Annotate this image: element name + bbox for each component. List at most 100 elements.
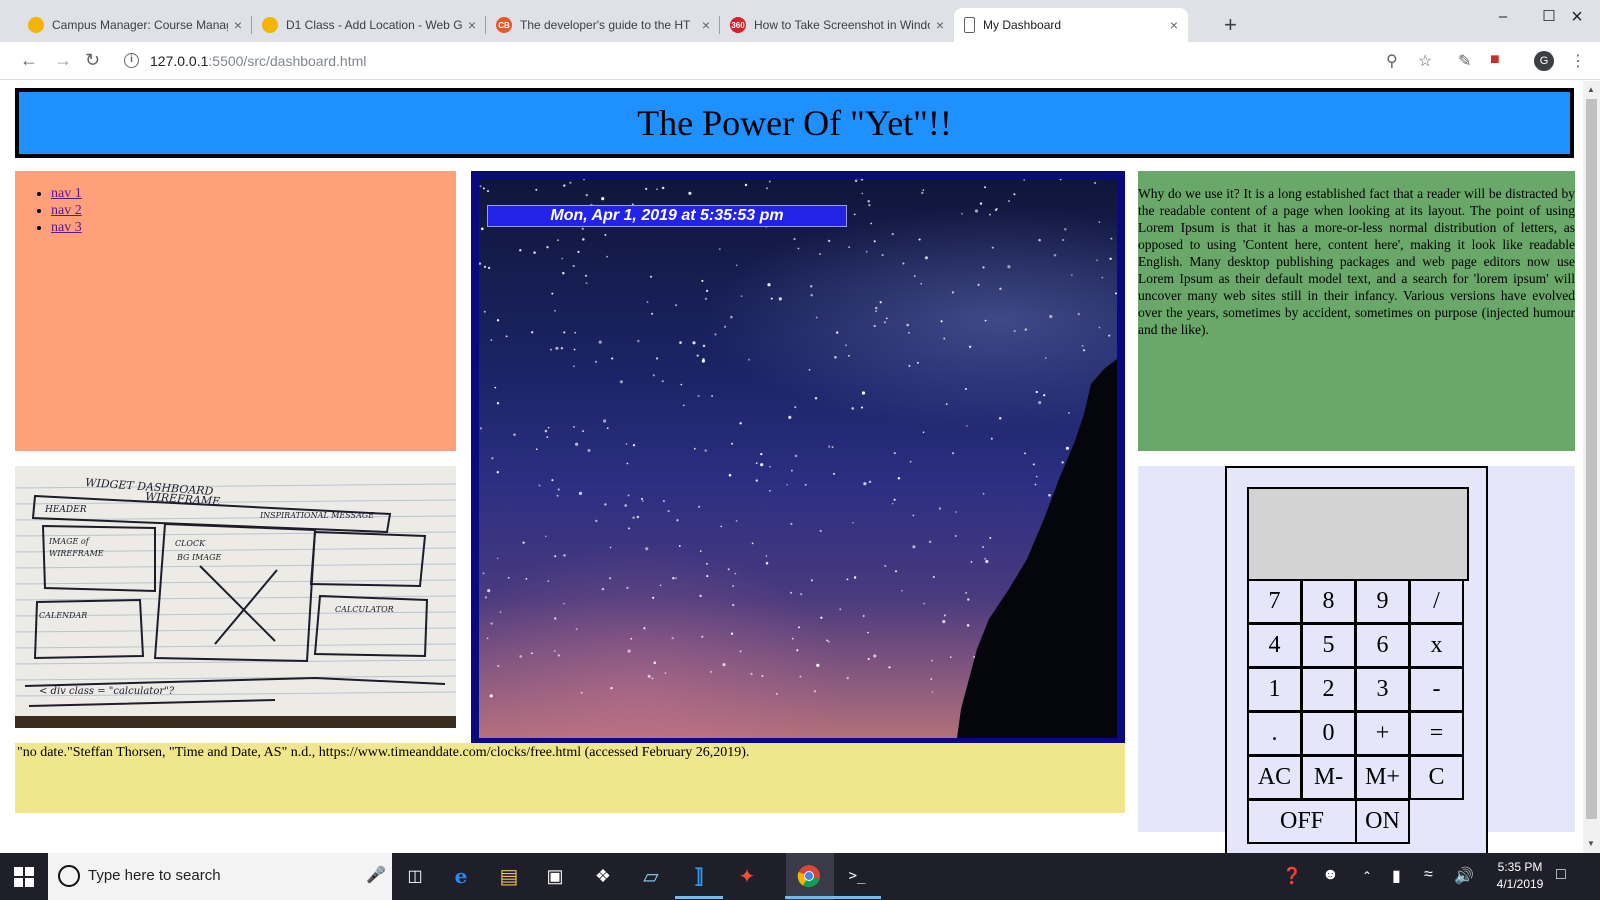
browser-menu-icon[interactable]: ⋮ (1570, 51, 1586, 71)
eyedropper-extension-icon[interactable]: ✎ (1458, 51, 1471, 71)
svg-text:CLOCK: CLOCK (175, 539, 206, 548)
browser-tab[interactable]: CB The developer's guide to the HT × (486, 8, 720, 42)
nav-link[interactable]: nav 1 (51, 186, 82, 201)
show-hidden-icons-chevron-icon[interactable]: ⌃ (1362, 869, 1372, 883)
wifi-icon[interactable]: ≈ (1424, 866, 1433, 884)
nav-link[interactable]: nav 2 (51, 203, 82, 218)
notepad-app-icon[interactable]: ▱ (636, 861, 666, 891)
minimize-window-icon[interactable]: – (1480, 4, 1526, 30)
pdf-extension-icon[interactable]: ■ (1490, 51, 1500, 69)
system-clock[interactable]: 5:35 PM 4/1/2019 (1470, 859, 1570, 893)
calc-key-multiply[interactable]: x (1409, 623, 1464, 668)
edge-browser-icon[interactable]: e (446, 861, 476, 891)
calc-key-9[interactable]: 9 (1355, 579, 1410, 624)
nav-item: nav 1 (51, 185, 456, 202)
page-header: The Power Of "Yet"!! (15, 88, 1574, 158)
calc-key-4[interactable]: 4 (1247, 623, 1302, 668)
clock-display: Mon, Apr 1, 2019 at 5:35:53 pm (487, 205, 847, 227)
gitkraken-icon[interactable]: ✦ (732, 861, 762, 891)
windows-start-icon[interactable] (14, 867, 34, 887)
site-info-icon[interactable]: i (124, 53, 139, 68)
page-viewport: The Power Of "Yet"!! nav 1 nav 2 nav 3 (0, 81, 1583, 853)
svg-text:IMAGE of: IMAGE of (48, 537, 91, 546)
url-host: 127.0.0.1 (150, 53, 209, 69)
calc-key-8[interactable]: 8 (1301, 579, 1356, 624)
calc-key-memory-minus[interactable]: M- (1301, 755, 1356, 800)
tab-close-icon[interactable]: × (1170, 17, 1178, 33)
profile-avatar[interactable]: G (1534, 51, 1554, 71)
calc-key-off[interactable]: OFF (1247, 799, 1357, 844)
browser-tab[interactable]: Campus Manager: Course Manag × (18, 8, 252, 42)
page-scrollbar[interactable]: ▲ ▼ (1583, 81, 1600, 853)
microphone-icon[interactable]: 🎤 (366, 865, 386, 885)
browser-toolbar: ← → ↻ i 127.0.0.1:5500/src/dashboard.htm… (0, 42, 1600, 80)
task-view-icon[interactable]: ◫ (400, 861, 430, 891)
calc-key-subtract[interactable]: - (1409, 667, 1464, 712)
night-sky-image: Mon, Apr 1, 2019 at 5:35:53 pm (479, 179, 1117, 738)
calc-key-all-clear[interactable]: AC (1247, 755, 1302, 800)
forward-arrow-icon[interactable]: → (54, 50, 72, 71)
calculator: 7 8 9/ 4 5 6 x 1 2 3-. 0 + = AC M- M+ C OFF ON (1225, 466, 1488, 853)
nav-link[interactable]: nav 3 (51, 220, 82, 235)
tab-separator (485, 16, 486, 34)
people-icon[interactable]: ☻ (1322, 866, 1339, 884)
calc-key-3[interactable]: 3 (1355, 667, 1410, 712)
reload-icon[interactable]: ↻ (85, 50, 100, 71)
terminal-icon[interactable]: >_ (833, 861, 881, 899)
browser-tab[interactable]: 360 How to Take Screenshot in Windo × (720, 8, 954, 42)
dropbox-icon[interactable]: ❖ (588, 861, 618, 891)
tab-separator (251, 16, 252, 34)
calc-key-equals[interactable]: = (1409, 711, 1464, 756)
battery-icon[interactable]: ▮ (1392, 866, 1401, 886)
vscode-icon[interactable]: ⟧ (675, 861, 723, 899)
svg-text:HEADER: HEADER (44, 505, 87, 515)
calc-key-1[interactable]: 1 (1247, 667, 1302, 712)
calc-key-0[interactable]: 0 (1301, 711, 1356, 756)
calc-key-add[interactable]: + (1355, 711, 1410, 756)
tab-close-icon[interactable]: × (936, 17, 944, 33)
new-tab-button[interactable]: + (1224, 12, 1237, 38)
calc-key-5[interactable]: 5 (1301, 623, 1356, 668)
calc-key-2[interactable]: 2 (1301, 667, 1356, 712)
calc-key-on[interactable]: ON (1355, 799, 1410, 844)
tab-favicon-icon (28, 17, 44, 33)
chrome-icon[interactable] (785, 861, 833, 899)
nav-panel: nav 1 nav 2 nav 3 (15, 171, 456, 451)
wireframe-sketch-image: WIDGET DASHBOARD WIREFRAME HEADER INSPIR… (15, 466, 456, 728)
scroll-up-arrow-icon[interactable]: ▲ (1587, 85, 1595, 94)
bookmark-star-icon[interactable]: ☆ (1418, 51, 1432, 71)
action-center-icon[interactable]: □ (1556, 866, 1566, 884)
scroll-down-arrow-icon[interactable]: ▼ (1587, 839, 1595, 848)
store-icon[interactable]: ▣ (540, 861, 570, 891)
calc-key-6[interactable]: 6 (1355, 623, 1410, 668)
tab-close-icon[interactable]: × (468, 17, 476, 33)
windows-taskbar: Type here to search 🎤 ◫ e ▤ ▣ ❖ ▱ ⟧ ✦ >_… (0, 853, 1600, 900)
tab-favicon-icon: CB (496, 17, 512, 33)
lorem-paragraph: Why do we use it? It is a long establish… (1138, 186, 1575, 337)
back-arrow-icon[interactable]: ← (20, 50, 38, 71)
calc-key-divide[interactable]: / (1409, 579, 1464, 624)
calc-key-memory-plus[interactable]: M+ (1355, 755, 1410, 800)
taskbar-search-box[interactable]: Type here to search 🎤 (48, 853, 392, 900)
scrollbar-thumb[interactable] (1586, 99, 1597, 819)
tab-separator (719, 16, 720, 34)
browser-tab[interactable]: D1 Class - Add Location - Web G × (252, 8, 486, 42)
address-bar[interactable]: 127.0.0.1:5500/src/dashboard.html (150, 53, 366, 69)
help-icon[interactable]: ❓ (1282, 866, 1302, 886)
calc-key-clear[interactable]: C (1409, 755, 1464, 800)
svg-text:CALENDAR: CALENDAR (39, 611, 87, 620)
tab-favicon-icon (262, 17, 278, 33)
citation-text: "no date."Steffan Thorsen, "Time and Dat… (17, 745, 750, 760)
tab-close-icon[interactable]: × (702, 17, 710, 33)
browser-tab[interactable]: My Dashboard × (954, 8, 1188, 42)
cortana-icon (58, 865, 80, 887)
svg-text:< div class = "calculator"?: < div class = "calculator"? (39, 686, 175, 697)
tab-title: The developer's guide to the HT (520, 18, 691, 32)
calc-key-decimal[interactable]: . (1247, 711, 1302, 756)
zoom-icon[interactable]: ⚲ (1386, 51, 1398, 71)
nav-item: nav 2 (51, 202, 456, 219)
file-explorer-icon[interactable]: ▤ (494, 861, 524, 891)
tab-close-icon[interactable]: × (234, 17, 242, 33)
close-window-icon[interactable]: × (1554, 4, 1600, 30)
calc-key-7[interactable]: 7 (1247, 579, 1302, 624)
